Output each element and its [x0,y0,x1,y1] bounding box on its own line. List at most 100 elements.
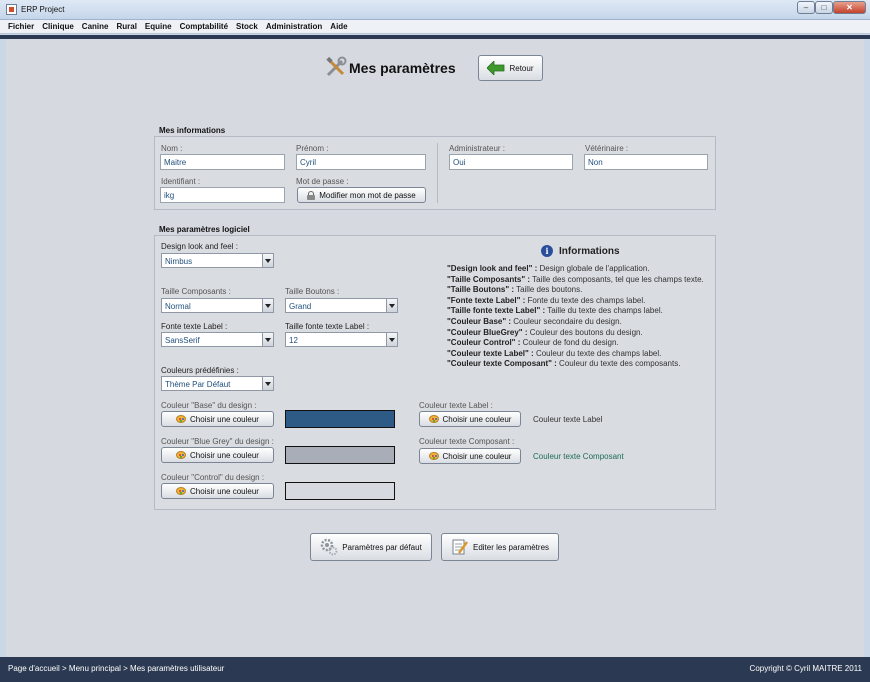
bluegrey-color-swatch [285,446,395,464]
choose-text-label-color-button[interactable]: Choisir une couleur [419,411,521,427]
taille-composants-label: Taille Composants : [161,287,231,296]
page-title: Mes paramètres [349,60,456,76]
choose-color-label: Choisir une couleur [190,450,259,460]
choose-bluegrey-color-button[interactable]: Choisir une couleur [161,447,274,463]
design-select[interactable]: Nimbus [161,253,274,268]
text-label-color-label: Couleur texte Label : [419,401,493,410]
chevron-down-icon [262,299,273,312]
chevron-down-icon [262,333,273,346]
menu-rural[interactable]: Rural [112,20,140,31]
text-label-color-preview: Couleur texte Label [533,415,603,424]
section-title-settings: Mes paramètres logiciel [159,225,250,234]
preset-label: Couleurs prédéfinies : [161,366,239,375]
chevron-down-icon [262,377,273,390]
info-line: "Taille Boutons" : Taille des boutons. [447,285,583,295]
section-title-infos: Mes informations [159,126,226,135]
menu-canine[interactable]: Canine [78,20,113,31]
app-icon [6,4,17,15]
control-color-label: Couleur "Control" du design : [161,473,265,482]
minimize-button[interactable]: – [797,1,815,14]
statusbar: Page d'accueil > Menu principal > Mes pa… [0,657,870,682]
window-title: ERP Project [21,5,65,14]
maximize-button[interactable]: □ [815,1,833,14]
fonte-value: SansSerif [165,336,200,345]
taille-fonte-label: Taille fonte texte Label : [285,322,370,331]
divider [437,143,438,203]
fonte-select[interactable]: SansSerif [161,332,274,347]
info-line: "Couleur texte Label" : Couleur du texte… [447,348,662,358]
choose-color-label: Choisir une couleur [190,414,259,424]
info-icon: i [541,245,553,257]
identifiant-label: Identifiant : [161,177,201,186]
choose-text-comp-color-button[interactable]: Choisir une couleur [419,448,521,464]
chevron-down-icon [262,254,273,267]
menubar: Fichier Clinique Canine Rural Equine Com… [0,20,870,34]
nom-label: Nom : [161,144,183,153]
text-comp-color-preview: Couleur texte Composant [533,452,624,461]
menu-administration[interactable]: Administration [262,20,326,31]
info-line: "Taille Composants" : Taille des composa… [447,274,704,284]
edit-settings-label: Editer les paramètres [472,542,550,552]
choose-control-color-button[interactable]: Choisir une couleur [161,483,274,499]
preset-value: Thème Par Défaut [165,380,231,389]
chevron-down-icon [386,299,397,312]
vet-field[interactable]: Non [584,154,708,170]
info-line: "Couleur Base" : Couleur secondaire du d… [447,316,622,326]
edit-settings-button[interactable]: Editer les paramètres [441,533,559,561]
info-line: "Couleur texte Composant" : Couleur du t… [447,359,681,369]
taille-composants-select[interactable]: Normal [161,298,274,313]
palette-icon [428,415,439,423]
gears-icon [320,538,338,556]
lock-icon [307,190,316,200]
back-button[interactable]: Retour [478,55,543,81]
taille-boutons-value: Grand [289,302,312,311]
design-label: Design look and feel : [161,242,238,251]
taille-fonte-value: 12 [289,336,298,345]
informations-list: "Design look and feel" : Design globale … [447,264,704,370]
choose-color-label: Choisir une couleur [190,486,259,496]
nom-field[interactable]: Maitre [160,154,285,170]
default-settings-button[interactable]: Paramètres par défaut [310,533,432,561]
text-comp-color-label: Couleur texte Composant : [419,437,515,446]
palette-icon [176,487,187,495]
info-line: "Couleur Control" : Couleur de fond du d… [447,338,619,348]
palette-icon [176,451,187,459]
informations-header: i Informations [541,245,620,257]
informations-title: Informations [559,245,620,257]
vet-label: Vétérinaire : [585,144,629,153]
window-titlebar: ERP Project – □ ✕ [0,0,870,20]
copyright: Copyright © Cyril MAITRE 2011 [749,664,862,673]
menu-stock[interactable]: Stock [232,20,262,31]
back-button-label: Retour [509,63,534,73]
prenom-label: Prénom : [296,144,329,153]
chevron-down-icon [386,333,397,346]
menu-equine[interactable]: Equine [141,20,176,31]
prenom-field[interactable]: Cyril [296,154,426,170]
palette-icon [428,452,439,460]
admin-label: Administrateur : [449,144,506,153]
menu-comptabilite[interactable]: Comptabilité [176,20,232,31]
preset-select[interactable]: Thème Par Défaut [161,376,274,391]
admin-field[interactable]: Oui [449,154,573,170]
taille-boutons-select[interactable]: Grand [285,298,398,313]
menu-clinique[interactable]: Clinique [38,20,78,31]
choose-color-label: Choisir une couleur [442,451,512,461]
breadcrumb: Page d'accueil > Menu principal > Mes pa… [8,664,225,673]
control-color-swatch [285,482,395,500]
password-label: Mot de passe : [296,177,349,186]
info-line: "Design look and feel" : Design globale … [447,264,650,273]
info-line: "Couleur BlueGrey" : Couleur des boutons… [447,327,643,337]
choose-base-color-button[interactable]: Choisir une couleur [161,411,274,427]
back-arrow-icon [487,61,505,75]
choose-color-label: Choisir une couleur [442,414,512,424]
taille-boutons-label: Taille Boutons : [285,287,340,296]
edit-document-icon [452,539,468,555]
taille-fonte-select[interactable]: 12 [285,332,398,347]
menu-fichier[interactable]: Fichier [0,20,38,31]
close-button[interactable]: ✕ [833,1,866,14]
bluegrey-color-label: Couleur "Blue Grey" du design : [161,437,274,446]
change-password-button[interactable]: Modifier mon mot de passe [297,187,426,203]
fonte-label: Fonte texte Label : [161,322,228,331]
identifiant-field[interactable]: ikg [160,187,285,203]
menu-aide[interactable]: Aide [326,20,351,31]
